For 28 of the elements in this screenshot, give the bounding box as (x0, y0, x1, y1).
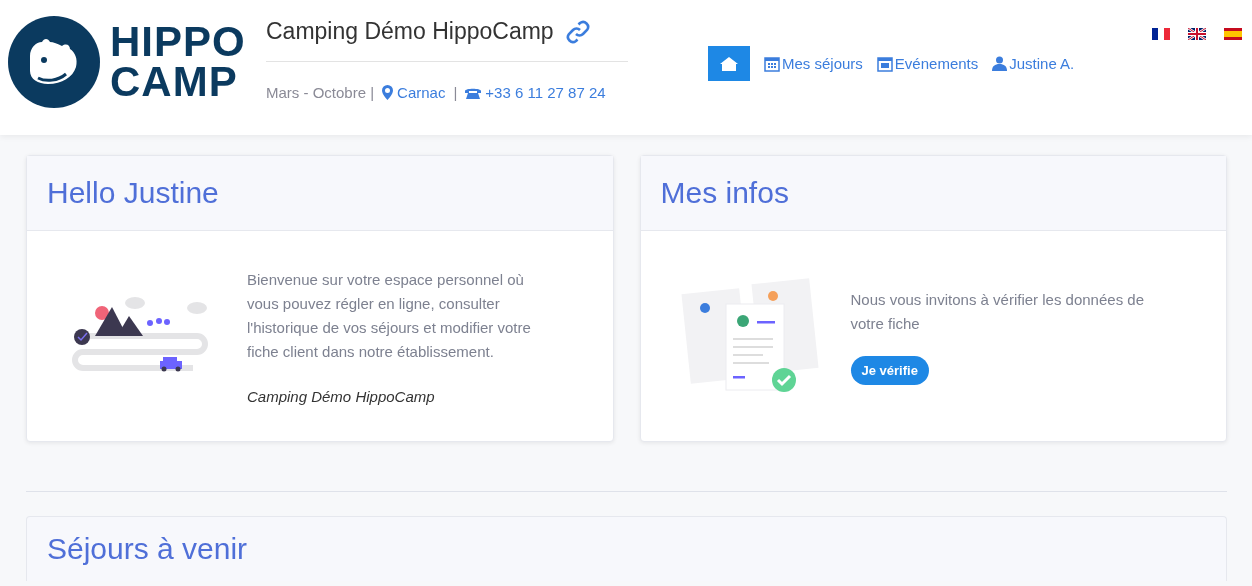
calendar-icon (764, 55, 780, 72)
calendar-icon (876, 55, 893, 72)
hippo-logo-icon (8, 16, 100, 108)
phone-icon (465, 86, 482, 99)
phone-link[interactable]: +33 6 11 27 87 24 (465, 84, 606, 101)
map-pin-icon (382, 85, 394, 100)
nav-link[interactable]: Evénements (876, 46, 979, 81)
flag-icon[interactable] (1188, 28, 1206, 40)
link-icon[interactable] (565, 19, 590, 44)
city-link[interactable]: Carnac (382, 84, 446, 101)
separator-text: | (453, 84, 458, 101)
nav-link[interactable]: Mes séjours (764, 46, 863, 81)
card-text: Nous vous invitons à vérifier les données de votre fiche (850, 289, 1145, 334)
nav-link[interactable]: Justine A. (992, 46, 1075, 81)
home-button[interactable] (708, 46, 750, 81)
home-icon (720, 56, 738, 71)
logo-text: HIPPO (110, 22, 246, 62)
card-text: Bienvenue sur votre espace personnel où vous pouvez régler en ligne, consulter l'historique de vos séjours et modifier votre fiche client dans notre établissement. (247, 269, 532, 362)
card-title: Mes infos (660, 176, 789, 210)
signature-text: Camping Démo HippoCamp (247, 387, 436, 405)
section-title: Séjours à venir (47, 532, 248, 566)
user-icon (992, 56, 1008, 71)
flag-icon[interactable] (1152, 28, 1170, 40)
card-title: Hello Justine (47, 176, 219, 210)
camping-name: Camping Démo HippoCamp (266, 18, 554, 45)
logo-text: CAMP (110, 62, 239, 102)
season-text: Mars - Octobre | (266, 84, 375, 101)
verify-button[interactable]: Je vérifie (850, 355, 929, 385)
